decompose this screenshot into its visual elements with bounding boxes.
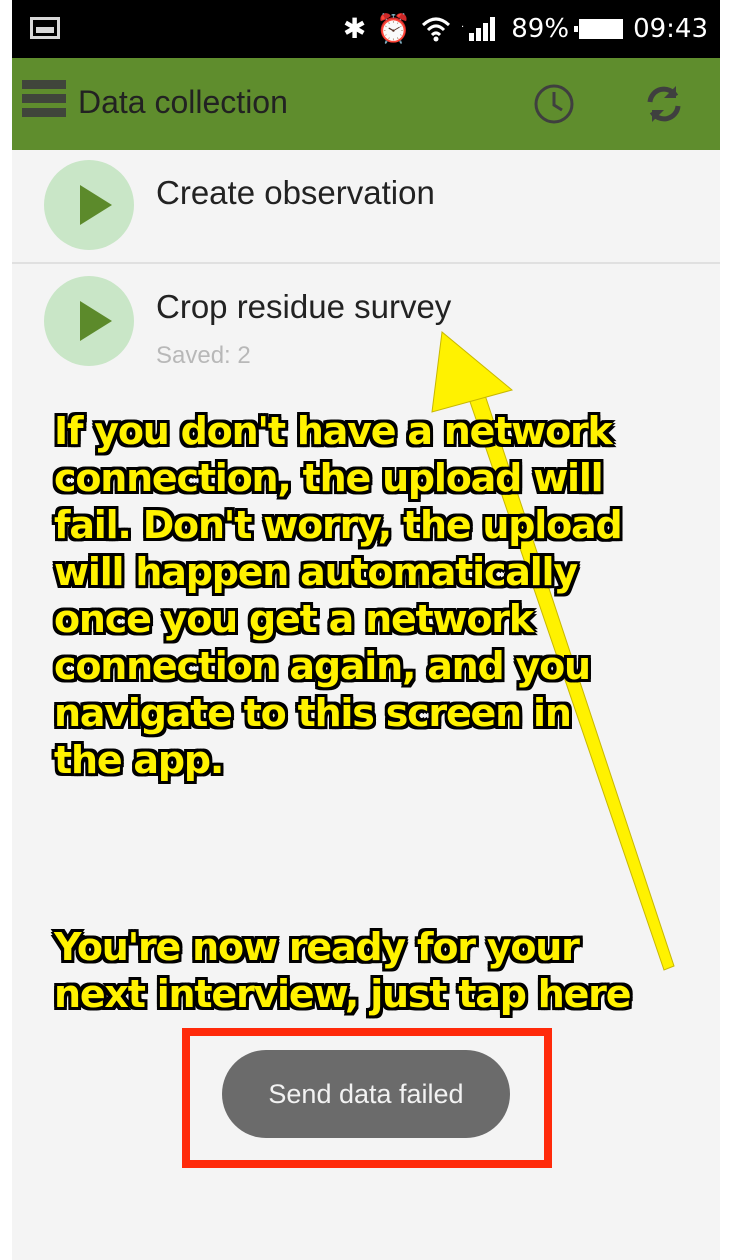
clock: 09:43 (633, 14, 708, 44)
bluetooth-icon: ✱ (342, 12, 367, 45)
signal-icon: . (461, 17, 496, 41)
play-icon[interactable] (44, 276, 134, 366)
gallery-icon (30, 17, 60, 39)
toast-send-data-failed: Send data failed (222, 1050, 510, 1138)
menu-icon[interactable] (22, 80, 66, 126)
form-item-create-observation[interactable]: Create observation (12, 150, 720, 264)
svg-text:.: . (461, 19, 464, 30)
form-title: Create observation (156, 174, 435, 211)
app-bar: Data collection (12, 58, 720, 150)
saved-count: Saved: 2 (156, 342, 251, 369)
battery-icon (574, 19, 624, 39)
battery-percent: 89% (511, 14, 570, 44)
annotation-text-upload: If you don't have a network connection, … (54, 409, 623, 782)
phone-screen: ✱ ⏰ . 89% 09:43 Data collection Create o… (12, 0, 720, 1260)
alarm-icon: ⏰ (376, 12, 412, 45)
toast-message: Send data failed (268, 1078, 464, 1109)
annotation-text-next: You're now ready for your next interview… (54, 925, 631, 1016)
form-item-crop-residue-survey[interactable]: Crop residue survey Saved: 2 (12, 264, 720, 384)
sync-icon[interactable] (642, 82, 686, 126)
history-icon[interactable] (532, 82, 576, 126)
wifi-icon (422, 17, 451, 42)
app-title: Data collection (78, 84, 288, 120)
status-bar: ✱ ⏰ . 89% 09:43 (12, 0, 720, 58)
form-title: Crop residue survey (156, 288, 452, 325)
play-icon[interactable] (44, 160, 134, 250)
